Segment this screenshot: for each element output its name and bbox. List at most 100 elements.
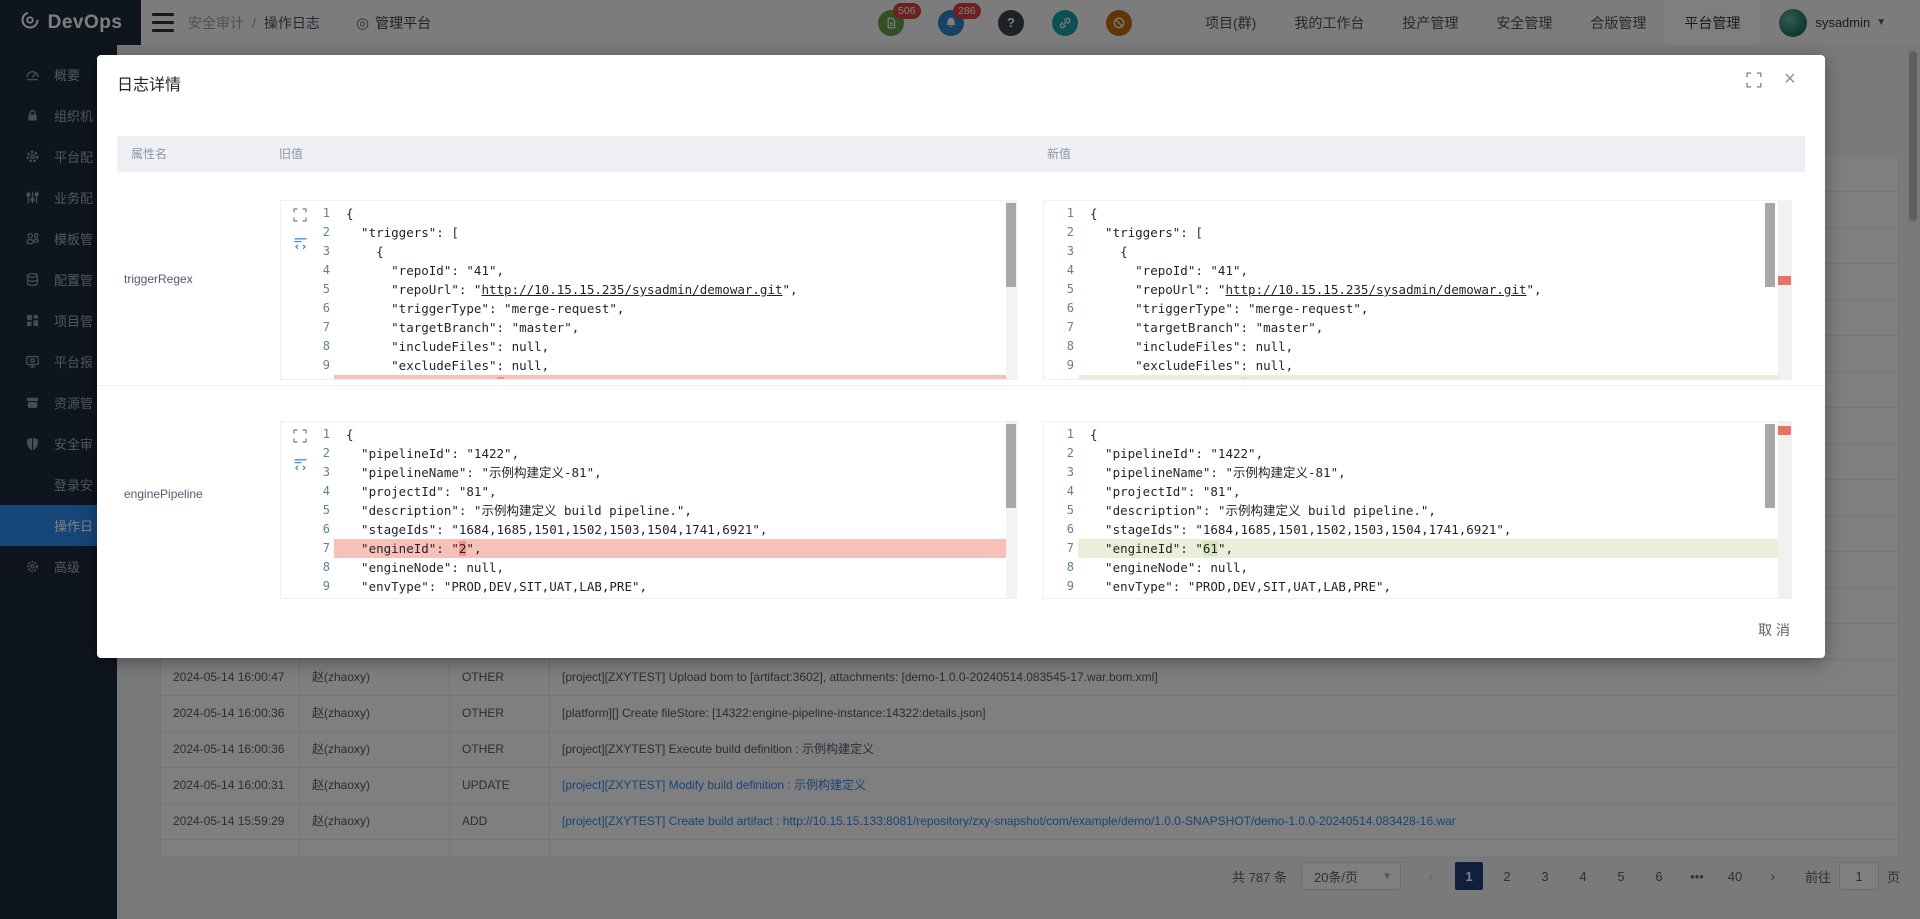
line-number: 5 bbox=[281, 501, 334, 520]
code-line: 10 "execNoJob": "false", bbox=[281, 596, 1016, 599]
code-line: 8 "includeFiles": null, bbox=[1044, 337, 1791, 356]
line-number: 5 bbox=[1044, 280, 1078, 299]
code-line: 8 "engineNode": null, bbox=[281, 558, 1016, 577]
new-value-editor[interactable]: 1{2 "pipelineId": "1422",3 "pipelineName… bbox=[1043, 421, 1792, 599]
code-line: 1{ bbox=[1044, 425, 1791, 444]
code-text: "pipelineName": "示例构建定义-81", bbox=[334, 463, 1016, 482]
code-line: 5 "repoUrl": "http://10.15.15.235/sysadm… bbox=[281, 280, 1016, 299]
line-number: 7 bbox=[281, 539, 334, 558]
code-line: 7 "engineId": "61", bbox=[1044, 539, 1791, 558]
code-text: "repoUrl": "http://10.15.15.235/sysadmin… bbox=[334, 280, 1016, 299]
code-text: "stageIds": "1684,1685,1501,1502,1503,15… bbox=[334, 520, 1016, 539]
attribute-name: triggerRegex bbox=[124, 272, 193, 286]
old-value-editor[interactable]: 1{2 "pipelineId": "1422",3 "pipelineName… bbox=[280, 421, 1017, 599]
editor-scrollbar[interactable] bbox=[1765, 201, 1774, 379]
modal-title: 日志详情 bbox=[117, 71, 181, 95]
code-line: 3 "pipelineName": "示例构建定义-81", bbox=[281, 463, 1016, 482]
line-number: 1 bbox=[1044, 204, 1078, 223]
editor-scrollbar[interactable] bbox=[1006, 422, 1016, 598]
code-text: { bbox=[334, 242, 1016, 261]
inline-diff-toggle-icon[interactable] bbox=[293, 457, 308, 472]
minimap-change-marker bbox=[1778, 426, 1791, 435]
code-text: { bbox=[334, 425, 1016, 444]
editor-scrollbar-thumb[interactable] bbox=[1765, 424, 1775, 508]
code-line: 9 "envType": "PROD,DEV,SIT,UAT,LAB,PRE", bbox=[281, 577, 1016, 596]
code-line: 2 "pipelineId": "1422", bbox=[281, 444, 1016, 463]
diff-minimap[interactable] bbox=[1778, 201, 1791, 379]
column-old-value: 旧值 bbox=[279, 136, 303, 172]
code-text: "projectId": "81", bbox=[334, 482, 1016, 501]
editor-gutter bbox=[293, 429, 308, 472]
code-text: "envType": "PROD,DEV,SIT,UAT,LAB,PRE", bbox=[1078, 577, 1791, 596]
line-number: 4 bbox=[281, 482, 334, 501]
close-icon[interactable]: × bbox=[1784, 65, 1796, 93]
line-number: 7 bbox=[281, 318, 334, 337]
code-line: 5 "description": "示例构建定义 build pipeline.… bbox=[1044, 501, 1791, 520]
code-text: "targetBranch": "master", bbox=[1078, 318, 1791, 337]
new-value-editor[interactable]: 1{2 "triggers": [3 {4 "repoId": "41",5 "… bbox=[1043, 200, 1792, 380]
editor-scrollbar[interactable] bbox=[1765, 422, 1774, 598]
code-line: 9 "excludeFiles": null, bbox=[1044, 356, 1791, 375]
line-number: 6 bbox=[1044, 520, 1078, 539]
line-number: 10 bbox=[1044, 375, 1078, 380]
line-number: 10 bbox=[281, 596, 334, 599]
inline-diff-toggle-icon[interactable] bbox=[293, 236, 308, 251]
line-number: 1 bbox=[1044, 425, 1078, 444]
code-line: 8 "includeFiles": null, bbox=[281, 337, 1016, 356]
line-number: 8 bbox=[1044, 558, 1078, 577]
code-text: "repoId": "41", bbox=[334, 261, 1016, 280]
code-line: 7 "targetBranch": "master", bbox=[1044, 318, 1791, 337]
line-number: 8 bbox=[281, 558, 334, 577]
line-number: 6 bbox=[1044, 299, 1078, 318]
line-number: 8 bbox=[1044, 337, 1078, 356]
code-line: 8 "engineNode": null, bbox=[1044, 558, 1791, 577]
code-line: 2 "triggers": [ bbox=[1044, 223, 1791, 242]
code-line: 6 "triggerType": "merge-request", bbox=[1044, 299, 1791, 318]
fullscreen-icon[interactable] bbox=[1746, 72, 1762, 88]
editor-gutter bbox=[293, 208, 308, 251]
code-text: "description": "示例构建定义 build pipeline.", bbox=[1078, 501, 1791, 520]
old-value-editor[interactable]: 1{2 "triggers": [3 {4 "repoId": "41",5 "… bbox=[280, 200, 1017, 380]
line-number: 9 bbox=[281, 577, 334, 596]
inline-diff-highlight: 7 bbox=[497, 377, 505, 380]
code-text: "execNoJob": "false", bbox=[334, 596, 1016, 599]
line-number: 5 bbox=[1044, 501, 1078, 520]
line-number: 8 bbox=[281, 337, 334, 356]
repo-url-link[interactable]: http://10.15.15.235/sysadmin/demowar.git bbox=[481, 282, 782, 297]
code-text: "repoUrl": "http://10.15.15.235/sysadmin… bbox=[1078, 280, 1791, 299]
code-text: "includeFiles": null, bbox=[1078, 337, 1791, 356]
diff-minimap[interactable] bbox=[1778, 422, 1791, 598]
editor-scrollbar[interactable] bbox=[1006, 201, 1016, 379]
code-line: 1{ bbox=[1044, 204, 1791, 223]
minimap-change-marker bbox=[1778, 276, 1791, 285]
editor-scrollbar-thumb[interactable] bbox=[1765, 203, 1775, 287]
code-line: 2 "triggers": [ bbox=[281, 223, 1016, 242]
inline-diff-highlight: 61 bbox=[1203, 541, 1218, 556]
expand-icon[interactable] bbox=[293, 429, 308, 444]
line-number: 6 bbox=[281, 520, 334, 539]
line-number: 9 bbox=[281, 356, 334, 375]
code-line: 7 "targetBranch": "master", bbox=[281, 318, 1016, 337]
line-number: 10 bbox=[1044, 596, 1078, 599]
editor-scrollbar-thumb[interactable] bbox=[1006, 424, 1016, 508]
editor-scrollbar-thumb[interactable] bbox=[1006, 203, 1016, 287]
code-line: 6 "stageIds": "1684,1685,1501,1502,1503,… bbox=[1044, 520, 1791, 539]
code-text: "pipelineId": "1422", bbox=[334, 444, 1016, 463]
code-line: 9 "excludeFiles": null, bbox=[281, 356, 1016, 375]
code-line: 3 { bbox=[281, 242, 1016, 261]
code-line: 6 "triggerType": "merge-request", bbox=[281, 299, 1016, 318]
code-text: "engineId": "2", bbox=[334, 539, 1016, 558]
line-number: 3 bbox=[1044, 463, 1078, 482]
column-attr-name: 属性名 bbox=[131, 136, 167, 172]
cancel-button[interactable]: 取 消 bbox=[1758, 620, 1790, 640]
code-text: "pipelineId": "1422", bbox=[1078, 444, 1791, 463]
code-line: 1{ bbox=[281, 425, 1016, 444]
code-text: "targetBranch": "master", bbox=[334, 318, 1016, 337]
code-text: "triggerType": "merge-request", bbox=[334, 299, 1016, 318]
expand-icon[interactable] bbox=[293, 208, 308, 223]
code-text: "engineNode": null, bbox=[334, 558, 1016, 577]
code-text: "triggerType": "merge-request", bbox=[1078, 299, 1791, 318]
code-text: "stageIds": "1684,1685,1501,1502,1503,15… bbox=[1078, 520, 1791, 539]
code-text: "description": "示例构建定义 build pipeline.", bbox=[334, 501, 1016, 520]
repo-url-link[interactable]: http://10.15.15.235/sysadmin/demowar.git bbox=[1225, 282, 1526, 297]
